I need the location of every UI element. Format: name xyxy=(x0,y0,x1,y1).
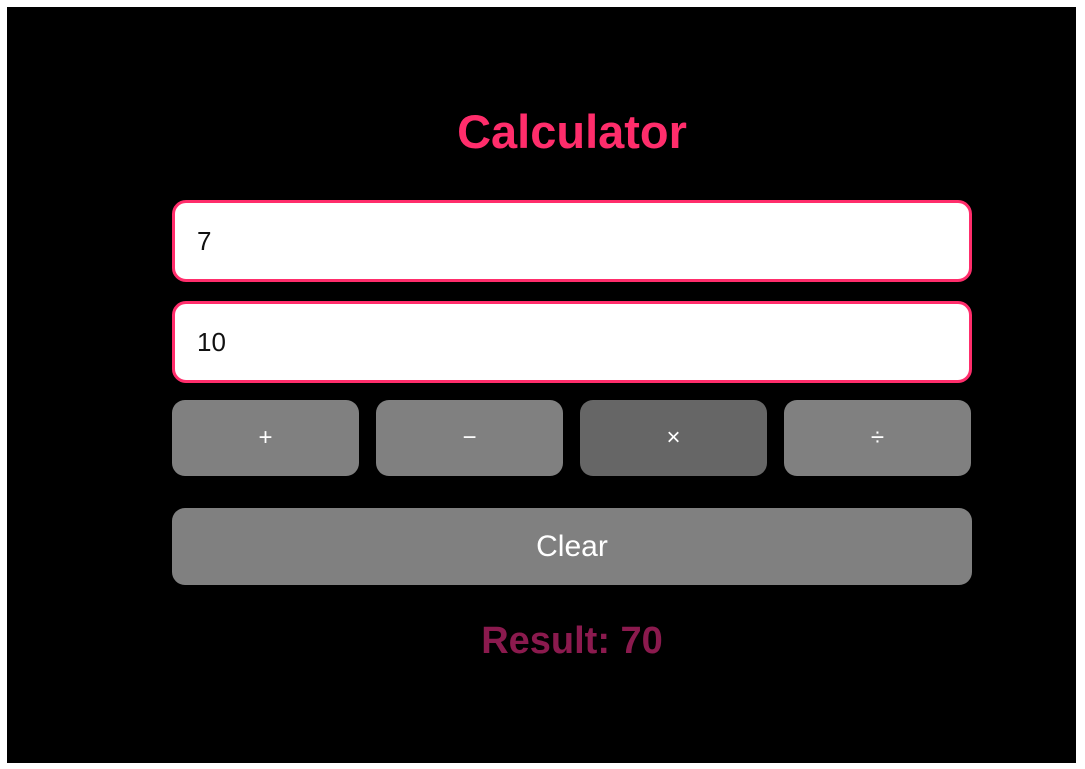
second-number-input[interactable] xyxy=(172,301,972,383)
multiply-button[interactable]: × xyxy=(580,400,767,476)
divide-button[interactable]: ÷ xyxy=(784,400,971,476)
calculator-app: Calculator + − × ÷ Clear Result: 70 xyxy=(7,7,1076,763)
subtract-button[interactable]: − xyxy=(376,400,563,476)
add-button[interactable]: + xyxy=(172,400,359,476)
result-display: Result: 70 xyxy=(481,620,663,662)
first-number-input[interactable] xyxy=(172,200,972,282)
clear-button[interactable]: Clear xyxy=(172,508,972,585)
page-title: Calculator xyxy=(457,105,687,158)
operation-buttons: + − × ÷ xyxy=(172,400,972,476)
